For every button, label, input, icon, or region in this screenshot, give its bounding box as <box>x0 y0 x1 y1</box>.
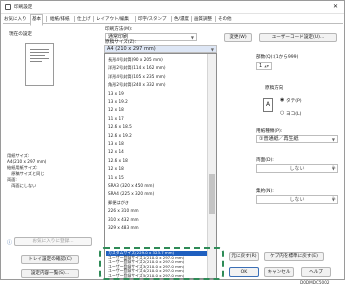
chevron-down-icon: ▼ <box>210 47 214 52</box>
portrait-label: タテ(P) <box>286 99 302 104</box>
tab-stamp[interactable]: 印字/スタンプ <box>137 15 167 24</box>
copies-label: 部数(Q):(1から999) <box>256 55 299 60</box>
list-item[interactable]: 12.6 x 18 <box>108 157 128 165</box>
list-item[interactable]: SRA4 (225 x 320 mm) <box>108 190 154 198</box>
chevron-down-icon: ▼ <box>190 35 194 40</box>
edit-pencil-icon: ✎ <box>332 196 337 202</box>
scrollbar-thumb[interactable] <box>209 174 215 214</box>
tab-paper[interactable]: 給紙/排紙 <box>49 15 71 24</box>
tray-check-button[interactable]: トレイ設定の確認(C) <box>21 255 79 264</box>
change-button[interactable]: 変更(W) <box>224 33 252 42</box>
list-item[interactable]: 13 x 18 <box>108 140 124 148</box>
list-item[interactable]: SRA3 (320 x 450 mm) <box>108 182 154 190</box>
list-item[interactable]: 角形2号封筒(240 x 332 mm) <box>108 81 166 89</box>
figure-id: D0DMDC5002 <box>300 280 330 285</box>
list-item[interactable]: 12.6 x 19.2 <box>108 132 132 140</box>
paper-type-dropdown[interactable]: ①普通紙／再生紙 ▼ <box>256 135 338 143</box>
list-item[interactable]: 12 x 18 <box>108 106 124 114</box>
list-item[interactable]: 郵便はがき <box>108 199 129 207</box>
paper-size-list[interactable]: 長形4号封筒(90 x 205 mm) 洋形2号封筒(114 x 162 mm) 洋… <box>104 53 217 279</box>
title-bar: 印刷設定 ✕ <box>1 1 344 14</box>
list-item[interactable]: 12 x 14 <box>108 148 124 156</box>
stepper-arrows-icon[interactable]: ▲▼ <box>264 63 269 70</box>
tab-favorites[interactable]: お気に入り <box>3 15 28 24</box>
layout-label: 集約(N): <box>256 189 274 194</box>
favorite-register-button[interactable]: お気に入りに登録... <box>14 237 92 246</box>
restore-button[interactable]: 元に戻す(R) <box>229 252 259 261</box>
tab-color[interactable]: 色/濃度 <box>173 15 190 24</box>
current-settings-title: 現在の設定 <box>9 32 32 37</box>
tab-layout[interactable]: レイアウト/編集 <box>95 15 130 24</box>
landscape-radio[interactable]: ○ <box>280 110 284 116</box>
tab-bar: お気に入り 基本 給紙/排紙 仕上げ レイアウト/編集 印字/スタンプ 色/濃度… <box>3 14 343 26</box>
paper-type-label: 用紙種類(P): <box>256 129 283 134</box>
list-item[interactable]: 13 x 19.2 <box>108 98 128 106</box>
close-icon[interactable]: ✕ <box>333 3 338 10</box>
list-item[interactable]: 310 x 432 mm <box>108 216 139 224</box>
help-button[interactable]: ヘルプ <box>301 267 331 277</box>
list-item[interactable]: 11 x 17 <box>108 115 124 123</box>
list-item[interactable]: 長形4号封筒(90 x 205 mm) <box>108 56 163 64</box>
settings-list-button[interactable]: 設定内容一覧(S)... <box>21 269 79 278</box>
portrait-radio[interactable]: ◉ <box>280 97 284 103</box>
print-settings-window: 印刷設定 ✕ お気に入り 基本 給紙/排紙 仕上げ レイアウト/編集 印字/スタ… <box>0 0 345 280</box>
list-item[interactable]: 329 x 483 mm <box>108 224 139 232</box>
info-icon: ⓘ <box>7 240 13 246</box>
cancel-button[interactable]: キャンセル <box>264 267 294 277</box>
list-item[interactable]: 12 x 18 <box>108 165 124 173</box>
ok-button[interactable]: OK <box>229 267 259 277</box>
user-code-button[interactable]: ユーザーコード設定(U)... <box>259 33 337 42</box>
list-item[interactable]: 13 x 19 <box>108 90 124 98</box>
orientation-label: 原稿方向 <box>265 86 284 91</box>
duplex-dropdown[interactable]: しない ▼ <box>256 164 338 173</box>
edit-pencil-icon: ✎ <box>332 165 337 171</box>
window-title: 印刷設定 <box>14 5 33 10</box>
copies-value: 1 <box>259 63 263 69</box>
tab-quality[interactable]: 画質調整 <box>193 15 213 24</box>
tab-finishing[interactable]: 仕上げ <box>76 15 92 24</box>
list-item[interactable]: 12.6 x 18.5 <box>108 123 132 131</box>
list-item[interactable]: 洋形2号封筒(114 x 162 mm) <box>108 64 166 72</box>
page-preview <box>25 43 54 86</box>
layout-dropdown[interactable]: しない ▼ <box>256 195 338 204</box>
scrollbar[interactable] <box>207 54 216 278</box>
list-item[interactable]: 226 x 310 mm <box>108 207 139 215</box>
landscape-label: ヨコ(L) <box>286 112 302 117</box>
tab-other[interactable]: その他 <box>217 15 233 24</box>
tab-defaults-button[interactable]: ケプ内を標準に戻す(E) <box>264 252 324 261</box>
list-item[interactable]: 洋形4号封筒(105 x 235 mm) <box>108 73 166 81</box>
current-settings-summary: 用紙サイズ: A4(210 x 297 mm) 給紙用紙サイズ: 原稿サイズと同… <box>7 153 47 188</box>
duplex-label: 両面(D): <box>256 158 274 163</box>
copies-stepper[interactable]: 1 ▲▼ <box>256 62 272 70</box>
chevron-down-icon: ▼ <box>331 137 335 142</box>
list-item[interactable]: 11 x 15 <box>108 174 124 182</box>
portrait-page-icon: A <box>263 98 273 112</box>
printer-icon <box>5 4 11 10</box>
paper-size-value: A4 (210 x 297 mm) <box>107 46 156 52</box>
job-type-label: 印刷方法(M): <box>105 27 133 32</box>
paper-type-value: ①普通紙／再生紙 <box>259 136 299 142</box>
tab-basic[interactable]: 基本 <box>30 14 43 26</box>
paper-size-dropdown[interactable]: A4 (210 x 297 mm) ▼ <box>104 45 217 53</box>
highlight-frame <box>99 247 224 280</box>
duplex-value: しない <box>289 166 305 172</box>
layout-value: しない <box>289 197 305 203</box>
